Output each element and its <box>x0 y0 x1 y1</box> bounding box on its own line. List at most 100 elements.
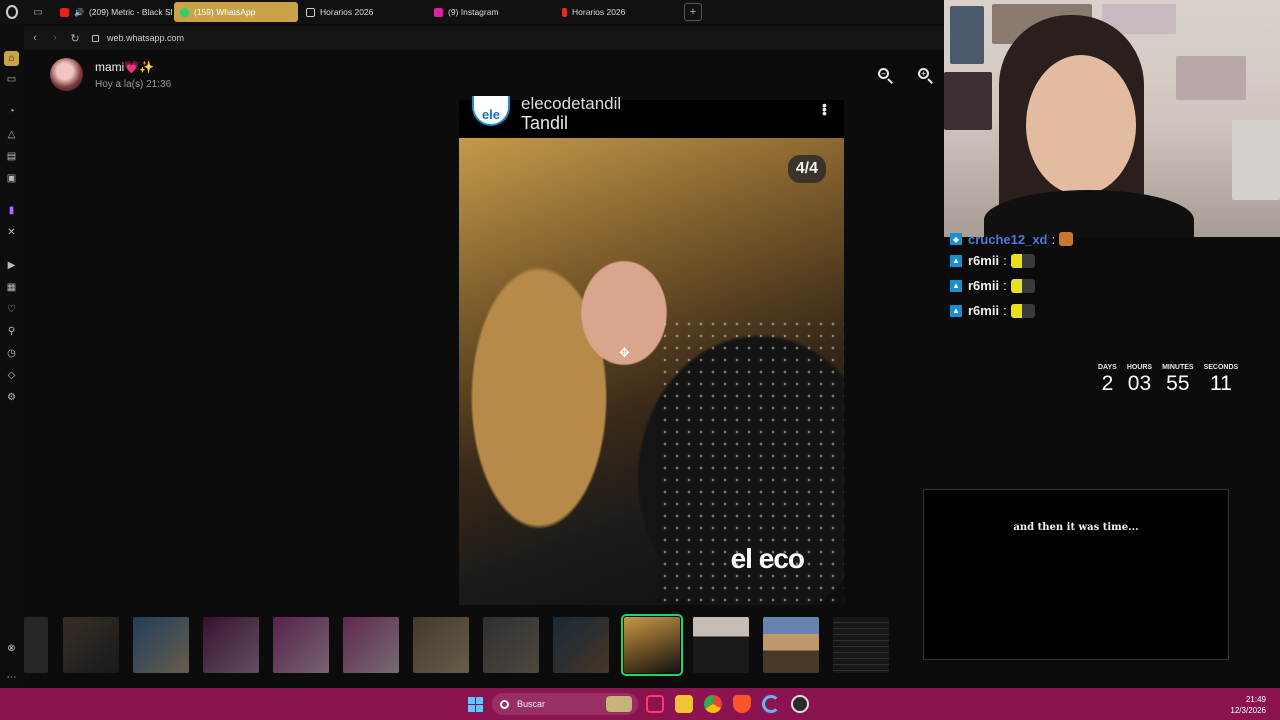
chat-username[interactable]: r6mii <box>968 278 999 293</box>
twitch-icon[interactable]: ▮ <box>4 203 19 218</box>
move-cursor-icon: ✥ <box>619 345 630 360</box>
countdown-minutes: MINUTES 55 <box>1162 364 1194 396</box>
messenger-icon[interactable]: ▣ <box>4 171 19 186</box>
new-tab-button[interactable]: + <box>684 3 702 21</box>
address-bar: ‹ › ↻ web.whatsapp.com <box>24 26 944 50</box>
emote-icon <box>1010 278 1035 293</box>
search-highlight-icon <box>606 696 632 712</box>
countdown-label: DAYS <box>1098 364 1117 371</box>
thumbnail[interactable] <box>763 617 819 673</box>
countdown-label: HOURS <box>1126 364 1153 371</box>
thumbnail-active[interactable] <box>621 614 683 676</box>
cube-icon[interactable]: ◇ <box>4 368 19 383</box>
tab-whatsapp[interactable]: (159) WhatsApp <box>174 2 298 22</box>
workspaces-icon[interactable]: ▭ <box>24 0 52 24</box>
caption-box: and then it was time... <box>923 489 1229 660</box>
more-options-icon[interactable]: • • • <box>822 98 827 120</box>
opera-logo-icon[interactable] <box>0 0 24 24</box>
countdown-value: 55 <box>1166 372 1190 395</box>
bag-icon[interactable]: △ <box>4 127 19 142</box>
media-viewer: mami💗✨ Hoy a la(s) 21:36 − + ele elecode… <box>24 50 944 688</box>
caption-text: and then it was time... <box>1013 522 1139 533</box>
wallet-icon[interactable]: ▤ <box>4 149 19 164</box>
gamepad-icon[interactable]: ▭ <box>4 72 19 87</box>
more-icon[interactable]: ⋯ <box>4 670 19 685</box>
countdown-value: 11 <box>1210 372 1232 395</box>
x-icon[interactable]: ✕ <box>4 225 19 240</box>
chat-username[interactable]: cruche12_xd <box>968 232 1048 247</box>
home-icon[interactable]: ⌂ <box>4 51 19 66</box>
pin-icon[interactable]: ⚲ <box>4 324 19 339</box>
thumbnail[interactable] <box>693 617 749 673</box>
countdown-seconds: SECONDS 11 <box>1204 364 1239 396</box>
chat-separator: : <box>1003 278 1007 293</box>
zoom-out-icon[interactable]: − <box>878 68 894 84</box>
system-clock[interactable]: 21:49 12/3/2026 <box>1230 694 1266 716</box>
chat-username[interactable]: r6mii <box>968 253 999 268</box>
windows-start-icon[interactable] <box>468 697 483 712</box>
player-icon[interactable]: ▶ <box>4 258 19 273</box>
history-icon[interactable]: ◷ <box>4 346 19 361</box>
webcam-feed <box>944 0 1280 237</box>
streamer-face <box>1026 55 1136 195</box>
chat-message: ▲ r6mii : <box>950 298 1280 323</box>
thumbnail[interactable] <box>483 617 539 673</box>
prime-badge-icon: ▲ <box>950 304 962 317</box>
thumbnail[interactable] <box>273 617 329 673</box>
cross-icon[interactable]: ⊗ <box>4 641 19 656</box>
opera-gx-icon[interactable] <box>646 695 664 713</box>
clock-date: 12/3/2026 <box>1230 706 1266 715</box>
wall-poster <box>950 6 984 64</box>
tab-label: Horarios 2026 <box>320 7 374 17</box>
search-icon <box>500 699 509 709</box>
forward-icon[interactable]: › <box>46 32 64 44</box>
tab-horarios-pdf[interactable]: Horarios 2026 <box>556 2 676 22</box>
back-icon[interactable]: ‹ <box>26 32 44 44</box>
tab-instagram[interactable]: (9) Instagram <box>428 2 554 22</box>
sender-info[interactable]: mami💗✨ Hoy a la(s) 21:36 <box>50 58 171 91</box>
tab-label: Horarios 2026 <box>572 7 626 17</box>
settings-icon[interactable]: ⚙ <box>4 390 19 405</box>
wall-poster <box>1176 56 1246 100</box>
tab-label: (209) Metric - Black Sh <box>88 7 172 17</box>
brave-icon[interactable] <box>733 695 751 713</box>
tab-youtube[interactable]: 🔊 (209) Metric - Black Sh <box>54 2 172 22</box>
thumbnail[interactable] <box>553 617 609 673</box>
url-field[interactable]: web.whatsapp.com <box>107 33 184 43</box>
aria-icon[interactable]: ◔ <box>4 104 19 119</box>
avatar[interactable] <box>50 58 83 91</box>
chat-username[interactable]: r6mii <box>968 303 999 318</box>
heart-icon[interactable]: ♡ <box>4 302 19 317</box>
thumbnail[interactable] <box>24 617 48 673</box>
file-explorer-icon[interactable] <box>675 695 693 713</box>
shared-photo[interactable]: 4/4 el eco ✥ <box>459 138 844 605</box>
lock-icon[interactable] <box>92 34 99 42</box>
wall-poster <box>944 72 992 130</box>
countdown-timer: DAYS 2 HOURS 03 MINUTES 55 SECONDS 11 <box>1098 364 1238 396</box>
thumbnail[interactable] <box>203 617 259 673</box>
contact-name: mami💗✨ <box>95 59 155 74</box>
post-subtitle: Tandil <box>521 113 569 133</box>
taskbar-search[interactable]: Buscar <box>492 693 638 715</box>
clock-time: 21:49 <box>1245 695 1266 704</box>
chrome-icon[interactable] <box>704 695 722 713</box>
thumbnail[interactable] <box>413 617 469 673</box>
chat-separator: : <box>1051 231 1056 247</box>
thumbnail[interactable] <box>833 617 889 673</box>
zoom-in-icon[interactable]: + <box>918 68 934 84</box>
opera-sidebar: ⌂ ▭ ◔ △ ▤ ▣ ▮ ✕ ▶ ▦ ♡ ⚲ ◷ ◇ ⚙ ⊗ ⋯ <box>0 24 24 688</box>
ccleaner-icon[interactable] <box>762 695 780 713</box>
extensions-icon[interactable]: ▦ <box>4 280 19 295</box>
thumbnail[interactable] <box>343 617 399 673</box>
obs-icon[interactable] <box>791 695 809 713</box>
search-label: Buscar <box>517 699 546 709</box>
tab-label: (159) WhatsApp <box>194 7 256 17</box>
thumbnail[interactable] <box>133 617 189 673</box>
post-header: ele elecodetandil Tandil • • • <box>459 94 844 138</box>
emote-icon <box>1059 232 1074 246</box>
tab-horarios[interactable]: Horarios 2026 <box>300 2 426 22</box>
thumbnail[interactable] <box>63 617 119 673</box>
reload-icon[interactable]: ↻ <box>66 32 84 45</box>
audio-icon[interactable]: 🔊 <box>74 8 84 17</box>
taskbar: Buscar 21:49 12/3/2026 <box>0 688 1280 720</box>
